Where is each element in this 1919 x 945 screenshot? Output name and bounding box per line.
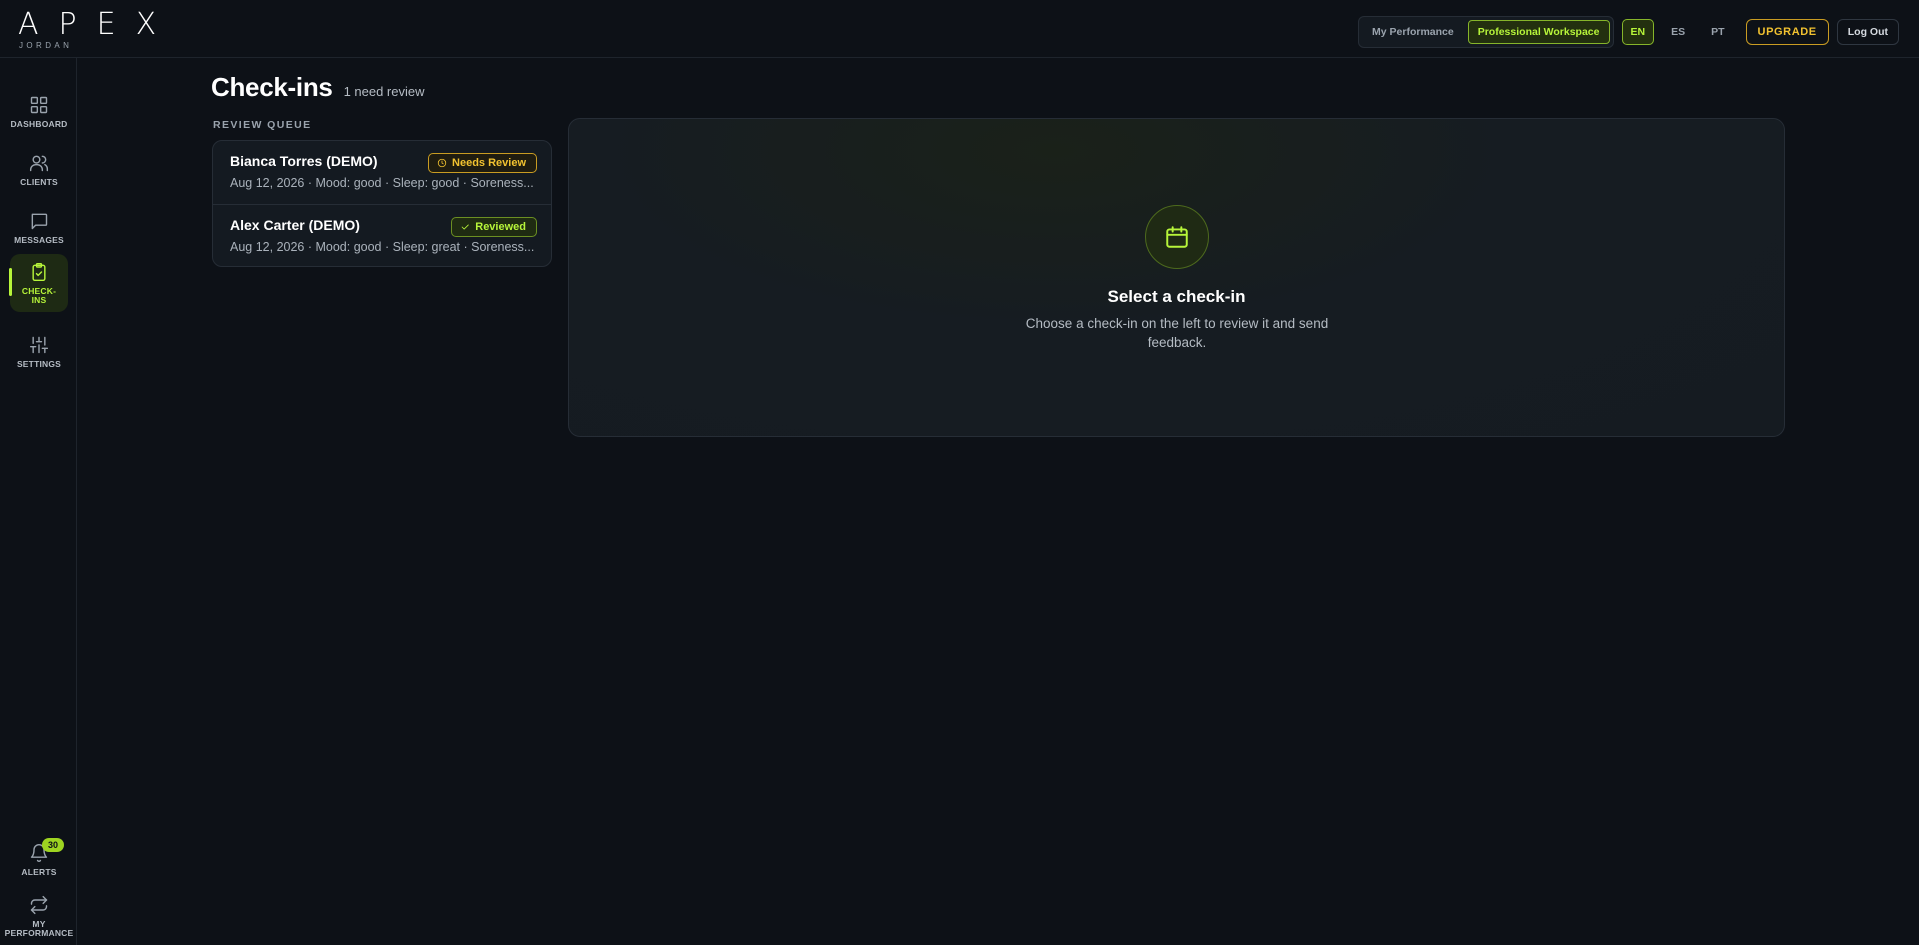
workspace-professional-button[interactable]: Professional Workspace [1467,20,1610,44]
upgrade-button[interactable]: UPGRADE [1745,19,1829,45]
app-logo[interactable]: APEX JORDAN [18,7,177,51]
active-indicator [9,268,12,296]
sidebar-item-label: MESSAGES [14,235,64,245]
clipboard-check-icon [32,262,46,281]
sidebar-item-dashboard[interactable]: DASHBOARD [10,84,68,140]
check-icon [461,224,469,230]
empty-state-title: Select a check-in [1107,287,1246,306]
switch-icon [30,895,48,914]
grid-icon [30,96,48,114]
workspace-my-performance-button[interactable]: My Performance [1362,20,1464,44]
logo-wordmark: APEX [18,7,177,42]
sidebar-item-settings[interactable]: SETTINGS [10,324,68,380]
page-title: Check-ins [211,72,333,102]
check-in-detail-panel: Select a check-in Choose a check-in on t… [568,118,1785,437]
workspace-toggle: My Performance Professional Workspace [1358,16,1614,48]
sidebar-item-label: CLIENTS [20,177,58,187]
top-bar: APEX JORDAN My Performance Professional … [0,0,1919,58]
status-label: Reviewed [475,221,526,233]
queue-item[interactable]: Alex Carter (DEMO) Aug 12, 2026 · Mood: … [213,204,551,266]
message-icon [31,213,48,230]
users-icon [29,155,49,172]
sidebar-item-label: ALERTS [21,867,57,877]
sidebar: DASHBOARD CLIENTS MESSAGES CHECK- INS SE… [0,58,77,945]
check-in-summary: Aug 12, 2026 · Mood: good · Sleep: great… [230,240,535,254]
status-label: Needs Review [452,157,526,169]
language-es-button[interactable]: ES [1662,19,1694,45]
alerts-count-badge: 30 [42,838,64,852]
sliders-icon [29,336,49,354]
clock-icon [437,158,447,168]
language-en-button[interactable]: EN [1621,19,1655,45]
review-count: 1 need review [343,84,425,99]
review-queue-heading: REVIEW QUEUE [213,119,312,131]
sidebar-item-label: SETTINGS [16,359,62,369]
header-actions: My Performance Professional Workspace EN… [1358,16,1899,48]
sidebar-item-my-performance[interactable]: MY PERFORMANCE [4,888,74,944]
page-header: Check-ins 1 need review [211,72,425,103]
sidebar-item-label: CHECK- INS [21,285,57,305]
queue-item[interactable]: Bianca Torres (DEMO) Aug 12, 2026 · Mood… [213,141,551,204]
status-badge: Reviewed [451,217,537,237]
sidebar-item-clients[interactable]: CLIENTS [10,142,68,198]
sidebar-item-alerts[interactable]: 30 ALERTS [10,832,68,888]
language-pt-button[interactable]: PT [1702,19,1733,45]
logo-user-name: JORDAN [19,41,73,50]
empty-state-icon-container [1145,205,1209,269]
sidebar-item-label: DASHBOARD [10,119,68,129]
review-queue-list: Bianca Torres (DEMO) Aug 12, 2026 · Mood… [212,140,552,267]
logout-button[interactable]: Log Out [1836,19,1899,45]
sidebar-item-check-ins[interactable]: CHECK- INS [9,254,68,312]
sidebar-item-label: MY PERFORMANCE [4,918,74,938]
check-in-summary: Aug 12, 2026 · Mood: good · Sleep: good … [230,176,534,190]
empty-state-description: Choose a check-in on the left to review … [1025,316,1329,350]
status-badge: Needs Review [428,153,537,173]
sidebar-item-messages[interactable]: MESSAGES [10,200,68,256]
calendar-icon [1166,226,1188,248]
